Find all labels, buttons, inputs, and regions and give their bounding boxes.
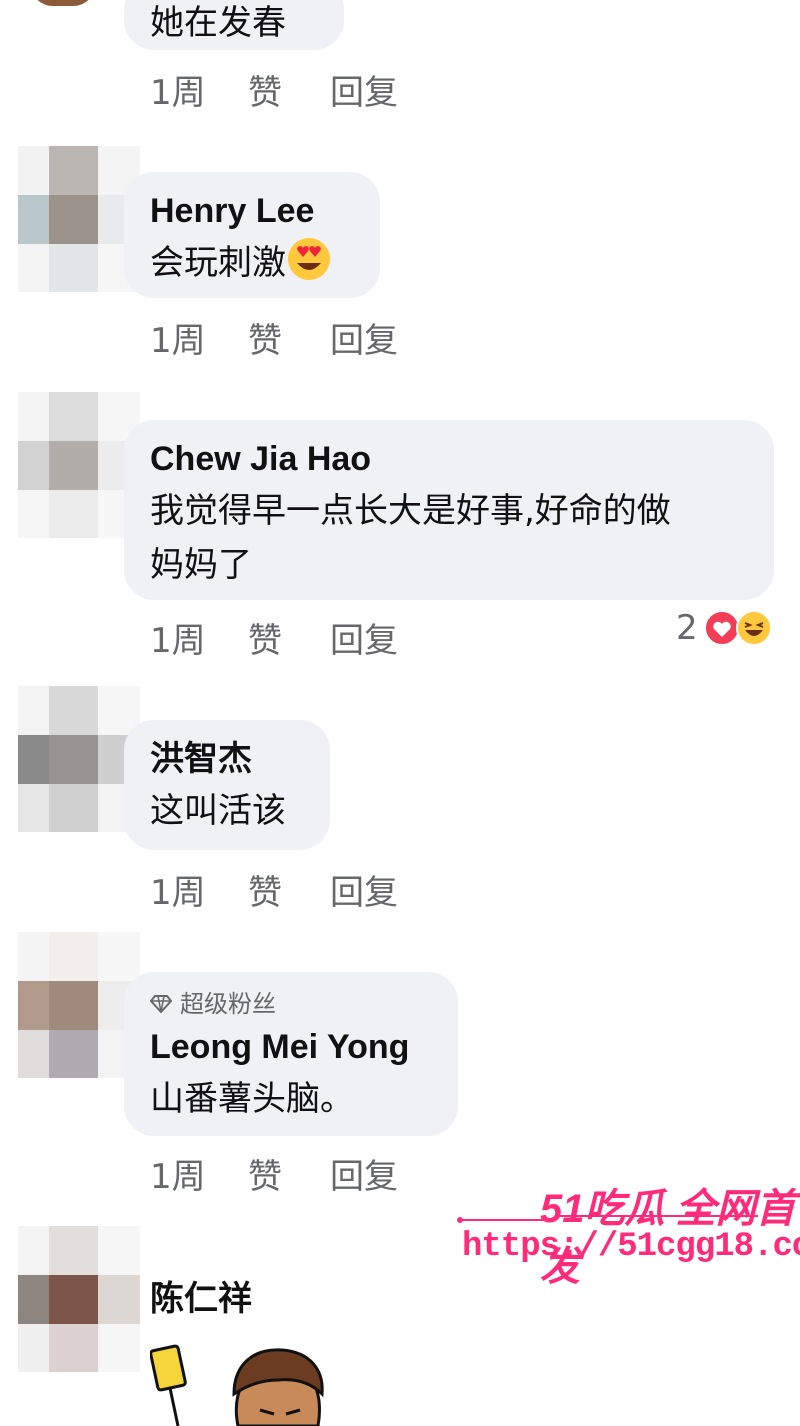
like-button[interactable]: 赞	[248, 613, 330, 662]
comment-actions: 1周 赞 回复	[150, 864, 398, 914]
diamond-icon	[150, 995, 172, 1013]
super-fan-badge[interactable]: 超级粉丝	[150, 986, 432, 1022]
reaction-summary[interactable]: 2	[676, 608, 772, 648]
like-button[interactable]: 赞	[248, 313, 330, 362]
reaction-count: 2	[676, 608, 698, 648]
comment-author[interactable]: Leong Mei Yong	[150, 1022, 432, 1072]
comment-author[interactable]: Henry Lee	[150, 186, 354, 236]
heart-eyes-emoji-icon	[288, 238, 330, 280]
comment-time[interactable]: 1周	[150, 313, 248, 362]
comment-actions: 1周 赞 回复	[150, 64, 398, 114]
watermark-url: https://51cgg18.com	[462, 1228, 800, 1266]
avatar[interactable]	[18, 1226, 140, 1372]
reply-button[interactable]: 回复	[330, 865, 398, 914]
reply-button[interactable]: 回复	[330, 65, 398, 114]
comment-actions: 1周 赞 回复	[150, 612, 398, 662]
comment-author[interactable]: 洪智杰	[150, 734, 304, 784]
comment-bubble: Chew Jia Hao 我觉得早一点长大是好事,好命的做 妈妈了	[124, 420, 774, 600]
avatar[interactable]	[18, 146, 140, 292]
haha-reaction-icon	[735, 610, 772, 646]
comment-actions: 1周 赞 回复	[150, 1148, 398, 1198]
avatar[interactable]	[18, 392, 140, 538]
comment-author[interactable]: 陈仁祥	[150, 1274, 266, 1324]
comment-text: 她在发春	[150, 3, 286, 43]
reply-button[interactable]: 回复	[330, 313, 398, 362]
comment-actions: 1周 赞 回复	[150, 312, 398, 362]
comment-time[interactable]: 1周	[150, 1149, 248, 1198]
comment-author[interactable]: Chew Jia Hao	[150, 434, 748, 484]
reply-button[interactable]: 回复	[330, 1149, 398, 1198]
comment-text-line: 我觉得早一点长大是好事,好命的做	[150, 491, 671, 531]
badge-label: 超级粉丝	[180, 990, 276, 1018]
avatar[interactable]	[18, 932, 140, 1078]
comment-text: 山番薯头脑。	[150, 1079, 354, 1119]
comment-bubble: 洪智杰 这叫活该	[124, 720, 330, 850]
like-button[interactable]: 赞	[248, 865, 330, 914]
avatar[interactable]	[18, 686, 140, 832]
comment-time[interactable]: 1周	[150, 65, 248, 114]
comment-text-content: 会玩刺激	[150, 243, 286, 283]
comment-bubble: 超级粉丝 Leong Mei Yong 山番薯头脑。	[124, 972, 458, 1136]
avatar-partial[interactable]	[30, 0, 96, 6]
comment-time[interactable]: 1周	[150, 613, 248, 662]
like-button[interactable]: 赞	[248, 1149, 330, 1198]
comment-text-line: 妈妈了	[150, 545, 252, 585]
comment-text: 会玩刺激	[150, 236, 354, 290]
reply-button[interactable]: 回复	[330, 613, 398, 662]
comment-bubble: 她在发春	[124, 0, 344, 50]
comment-text: 这叫活该	[150, 791, 286, 831]
like-button[interactable]: 赞	[248, 65, 330, 114]
love-reaction-icon	[703, 610, 740, 646]
comment-time[interactable]: 1周	[150, 865, 248, 914]
comment-bubble: 陈仁祥	[124, 1260, 292, 1340]
comment-bubble: Henry Lee 会玩刺激	[124, 172, 380, 298]
watermark-line-icon	[457, 1215, 758, 1223]
sticker-image[interactable]	[150, 1340, 340, 1426]
